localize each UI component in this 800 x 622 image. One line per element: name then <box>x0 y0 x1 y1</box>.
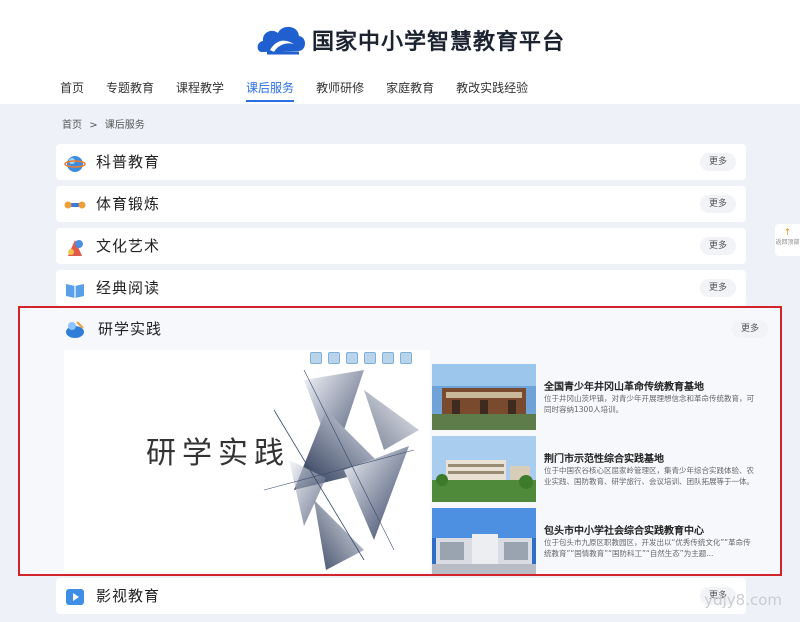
arrow-up-icon: ↑ <box>783 228 792 238</box>
share-icon[interactable] <box>382 352 394 364</box>
banner-title: 研学实践 <box>146 436 290 471</box>
jingmen-base-photo <box>432 436 536 502</box>
more-button[interactable]: 更多 <box>700 153 736 171</box>
nav-reform[interactable]: 教改实践经验 <box>456 80 528 102</box>
section-title: 研学实践 <box>98 320 163 338</box>
list-item[interactable]: 荆门市示范性综合实践基地 位于中国农谷核心区屈家岭管理区，集青少年综合实践体验、… <box>432 436 772 502</box>
logo[interactable]: 国家中小学智慧教育平台 <box>254 20 565 60</box>
book-icon <box>66 284 84 298</box>
section-art: 文化艺术 更多 <box>56 228 746 264</box>
nav-topics[interactable]: 专题教育 <box>106 80 154 102</box>
nav-family[interactable]: 家庭教育 <box>386 80 434 102</box>
section-reading: 经典阅读 更多 <box>56 270 746 306</box>
image-toolbar <box>310 352 418 364</box>
list-item[interactable]: 全国青少年井冈山革命传统教育基地 位于井冈山茨坪镇，对青少年开展理想信念和革命传… <box>432 364 772 430</box>
nav-courses[interactable]: 课程教学 <box>176 80 224 102</box>
nav-after-school[interactable]: 课后服务 <box>246 80 295 102</box>
section-title: 经典阅读 <box>96 279 161 297</box>
item-description: 位于包头市九原区职教园区，开发出以“优秀传统文化”“革命传统教育”“国情教育”“… <box>544 538 751 558</box>
section-title: 文化艺术 <box>96 237 161 255</box>
more-button[interactable]: 更多 <box>700 279 736 297</box>
list-item[interactable]: 包头市中小学社会综合实践教育中心 位于包头市九原区职教园区，开发出以“优秀传统文… <box>432 508 772 574</box>
research-practice-section: 研学实践 更多 研学实践 全国青少年井冈山革命传统教育基地 位于井冈山茨坪镇，对… <box>18 306 782 576</box>
nav-home[interactable]: 首页 <box>60 80 84 102</box>
cloud-logo-icon <box>257 26 305 55</box>
more-button[interactable]: 更多 <box>700 195 736 213</box>
breadcrumb-current: 课后服务 <box>104 120 145 131</box>
item-title: 全国青少年井冈山革命传统教育基地 <box>544 382 704 393</box>
back-to-top-button[interactable]: ↑ 返回顶部 <box>775 224 800 256</box>
section-sports: 体育锻炼 更多 <box>56 186 746 222</box>
section-film: 影视教育 更多 <box>56 578 746 614</box>
zoom-icon[interactable] <box>310 352 322 364</box>
site-title: 国家中小学智慧教育平台 <box>312 30 566 55</box>
side-tab-label: 返回顶部 <box>775 239 800 246</box>
research-icon <box>66 321 84 338</box>
fullscreen-icon[interactable] <box>346 352 358 364</box>
film-icon <box>66 589 84 605</box>
item-title: 包头市中小学社会综合实践教育中心 <box>544 526 704 537</box>
sports-icon <box>64 201 86 209</box>
science-icon <box>64 156 86 172</box>
section-science: 科普教育 更多 <box>56 144 746 180</box>
item-title: 荆门市示范性综合实践基地 <box>544 454 664 465</box>
settings-icon[interactable] <box>400 352 412 364</box>
breadcrumb-home[interactable]: 首页 <box>62 120 82 131</box>
jinggangshan-photo <box>432 364 536 430</box>
more-button[interactable]: 更多 <box>732 320 768 338</box>
breadcrumb: 首页 > 课后服务 <box>62 116 149 131</box>
header: 国家中小学智慧教育平台 首页 专题教育 课程教学 课后服务 教师研修 家庭教育 … <box>0 0 800 104</box>
baotou-center-photo <box>432 508 536 574</box>
research-banner[interactable]: 研学实践 <box>64 350 430 572</box>
art-icon <box>68 240 83 256</box>
item-description: 位于中国农谷核心区屈家岭管理区，集青少年综合实践体验、农业实践、国防教育、研学旅… <box>544 466 754 486</box>
item-description: 位于井冈山茨坪镇，对青少年开展理想信念和革命传统教育，可同时容纳1300人培训。 <box>544 394 754 414</box>
section-title: 影视教育 <box>96 587 161 605</box>
crop-icon[interactable] <box>364 352 376 364</box>
watermark: ydjy8.com <box>704 591 782 609</box>
save-icon[interactable] <box>328 352 340 364</box>
section-header: 研学实践 更多 <box>60 314 770 346</box>
section-title: 体育锻炼 <box>96 195 161 213</box>
main-nav: 首页 专题教育 课程教学 课后服务 教师研修 家庭教育 教改实践经验 <box>60 80 550 102</box>
nav-teacher-training[interactable]: 教师研修 <box>316 80 364 102</box>
more-button[interactable]: 更多 <box>700 237 736 255</box>
breadcrumb-separator: > <box>89 120 98 131</box>
section-title: 科普教育 <box>96 153 161 171</box>
